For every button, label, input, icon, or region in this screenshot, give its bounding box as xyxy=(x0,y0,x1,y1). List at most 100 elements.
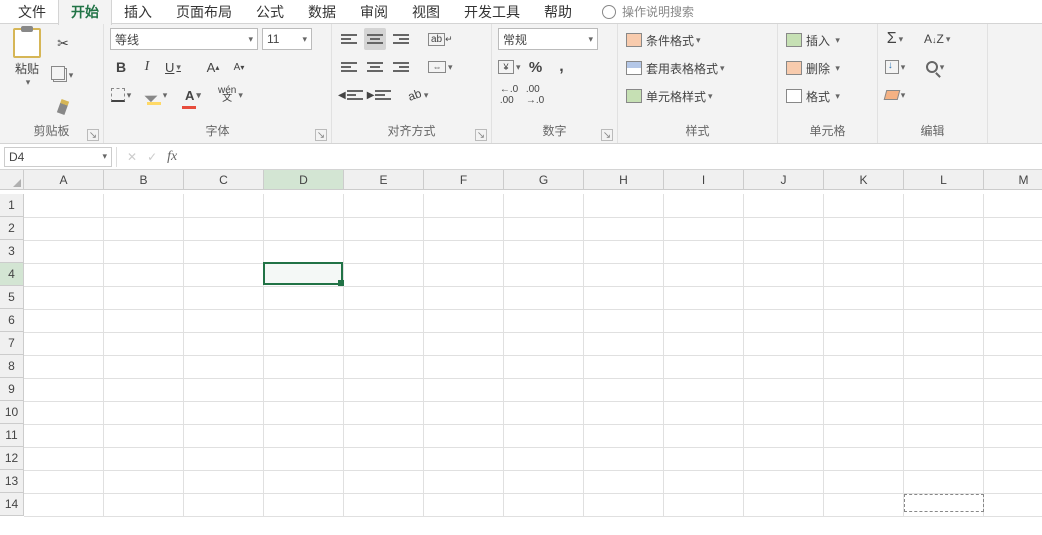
paste-button[interactable]: 粘贴 ▾ xyxy=(6,28,48,88)
dialog-launcher-icon[interactable]: ↘ xyxy=(601,129,613,141)
cell[interactable] xyxy=(104,470,184,493)
cell[interactable] xyxy=(424,447,504,470)
cancel-entry-button[interactable]: ✕ xyxy=(127,150,137,164)
cell[interactable] xyxy=(744,424,824,447)
cell[interactable] xyxy=(664,447,744,470)
cell[interactable] xyxy=(264,286,344,309)
cell[interactable] xyxy=(664,240,744,263)
cell[interactable] xyxy=(824,194,904,217)
tab-file[interactable]: 文件 xyxy=(6,0,58,25)
cell[interactable] xyxy=(903,194,983,217)
cell[interactable] xyxy=(744,240,824,263)
decrease-decimal-button[interactable]: .00→.0 xyxy=(524,84,546,106)
cell[interactable] xyxy=(584,447,664,470)
cell[interactable] xyxy=(24,286,104,309)
cell[interactable] xyxy=(504,217,584,240)
cell[interactable] xyxy=(504,286,584,309)
cell[interactable] xyxy=(504,355,584,378)
increase-indent-button[interactable]: ▶ xyxy=(367,84,392,106)
cell[interactable] xyxy=(584,470,664,493)
cell[interactable] xyxy=(504,263,584,286)
cell[interactable] xyxy=(184,355,264,378)
cell[interactable] xyxy=(424,401,504,424)
cell[interactable] xyxy=(184,470,264,493)
cell[interactable] xyxy=(184,401,264,424)
format-painter-button[interactable] xyxy=(52,96,74,118)
cell[interactable] xyxy=(344,378,424,401)
cell[interactable] xyxy=(184,286,264,309)
cell[interactable] xyxy=(264,401,344,424)
cell[interactable] xyxy=(344,355,424,378)
cell[interactable] xyxy=(664,493,744,516)
format-as-table-button[interactable]: 套用表格格式▾ xyxy=(624,56,771,80)
cell[interactable] xyxy=(264,194,344,217)
cell[interactable] xyxy=(584,493,664,516)
cell[interactable] xyxy=(104,286,184,309)
row-header[interactable]: 1 xyxy=(0,194,24,217)
row-header[interactable]: 12 xyxy=(0,447,24,470)
cell-styles-button[interactable]: 单元格样式▾ xyxy=(624,84,771,108)
name-box[interactable]: D4▾ xyxy=(4,147,112,167)
select-all-corner[interactable] xyxy=(0,170,24,190)
cell[interactable] xyxy=(424,217,504,240)
cell[interactable] xyxy=(664,309,744,332)
align-right-button[interactable] xyxy=(390,56,412,78)
cell[interactable] xyxy=(24,424,104,447)
tab-insert[interactable]: 插入 xyxy=(112,0,164,25)
cell[interactable] xyxy=(664,332,744,355)
cell[interactable] xyxy=(824,217,904,240)
cell[interactable] xyxy=(584,424,664,447)
format-cell-button[interactable]: 格式 ▾ xyxy=(784,84,871,108)
cell[interactable] xyxy=(664,263,744,286)
cell[interactable] xyxy=(424,194,504,217)
cell[interactable] xyxy=(24,332,104,355)
font-size-combo[interactable]: 11▾ xyxy=(262,28,312,50)
cell[interactable] xyxy=(824,332,904,355)
cells-area[interactable] xyxy=(24,194,1042,517)
cell[interactable] xyxy=(824,309,904,332)
cell[interactable] xyxy=(104,194,184,217)
cell[interactable] xyxy=(504,240,584,263)
cell[interactable] xyxy=(903,447,983,470)
cell[interactable] xyxy=(744,447,824,470)
cell[interactable] xyxy=(983,309,1042,332)
cell[interactable] xyxy=(344,286,424,309)
row-header[interactable]: 6 xyxy=(0,309,24,332)
confirm-entry-button[interactable]: ✓ xyxy=(147,150,157,164)
cell[interactable] xyxy=(664,424,744,447)
borders-button[interactable]: ▾ xyxy=(110,84,132,106)
cell[interactable] xyxy=(744,378,824,401)
cell[interactable] xyxy=(744,355,824,378)
cell[interactable] xyxy=(504,424,584,447)
tab-review[interactable]: 审阅 xyxy=(348,0,400,25)
cell[interactable] xyxy=(424,355,504,378)
cell[interactable] xyxy=(584,401,664,424)
cell[interactable] xyxy=(184,309,264,332)
font-color-button[interactable]: A▾ xyxy=(182,84,204,106)
cell[interactable] xyxy=(344,424,424,447)
cell[interactable] xyxy=(584,240,664,263)
column-header[interactable]: H xyxy=(584,170,664,190)
cell[interactable] xyxy=(983,240,1042,263)
tab-layout[interactable]: 页面布局 xyxy=(164,0,244,25)
cell[interactable] xyxy=(104,424,184,447)
dialog-launcher-icon[interactable]: ↘ xyxy=(475,129,487,141)
cell[interactable] xyxy=(24,470,104,493)
cell[interactable] xyxy=(744,194,824,217)
column-header[interactable]: B xyxy=(104,170,184,190)
column-header[interactable]: I xyxy=(664,170,744,190)
column-header[interactable]: F xyxy=(424,170,504,190)
cell[interactable] xyxy=(104,493,184,516)
row-header[interactable]: 2 xyxy=(0,217,24,240)
cell[interactable] xyxy=(664,194,744,217)
dialog-launcher-icon[interactable]: ↘ xyxy=(315,129,327,141)
cell[interactable] xyxy=(264,217,344,240)
cell[interactable] xyxy=(104,263,184,286)
column-header[interactable]: E xyxy=(344,170,424,190)
cell[interactable] xyxy=(104,378,184,401)
cell[interactable] xyxy=(824,286,904,309)
cell[interactable] xyxy=(824,378,904,401)
cell[interactable] xyxy=(104,309,184,332)
cell[interactable] xyxy=(184,378,264,401)
align-bottom-button[interactable] xyxy=(390,28,412,50)
